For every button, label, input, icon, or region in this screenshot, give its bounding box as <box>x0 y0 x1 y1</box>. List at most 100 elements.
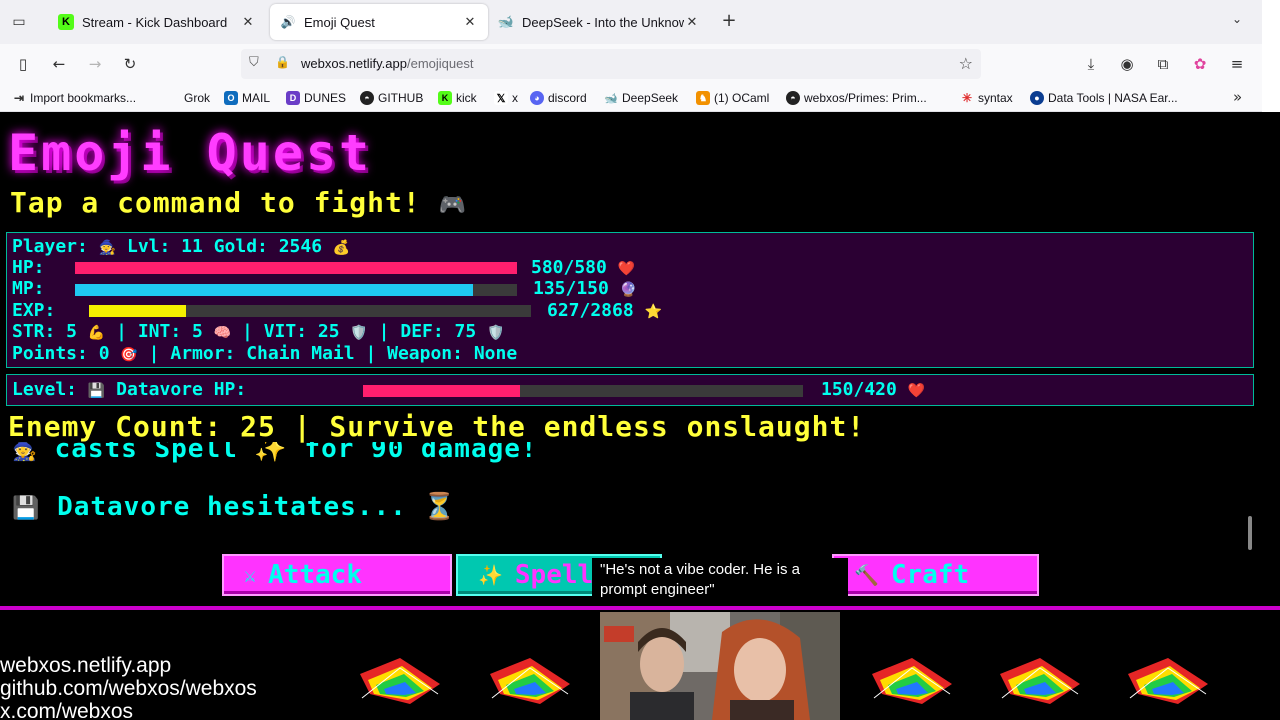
separator: | <box>148 343 160 364</box>
syntax-icon: ✳ <box>961 91 973 105</box>
tab-label: Stream - Kick Dashboard <box>82 14 228 30</box>
color-extension-icon[interactable]: ✿ <box>1189 53 1211 75</box>
hammer-icon: 🔨 <box>854 563 879 587</box>
bookmark-label: webxos/Primes: Prim... <box>804 91 927 105</box>
brain-icon: 🧠 <box>213 325 232 341</box>
bookmark-label: GITHUB <box>378 91 424 105</box>
bookmark-github[interactable]: ◓ GITHUB <box>360 90 423 106</box>
mp-bar-fill <box>75 284 473 296</box>
enemy-hp-value: 150/420 ❤️ <box>821 379 925 400</box>
bookmark-ocaml[interactable]: ♞ (1) OCaml <box>696 90 769 106</box>
deepseek-icon: 🐋 <box>497 14 515 29</box>
bookmark-import[interactable]: ⇥ Import bookmarks... <box>12 90 136 106</box>
bookmark-star-icon[interactable]: ☆ <box>959 54 973 73</box>
url-domain: webxos.netlify.app <box>301 56 407 71</box>
exp-label: EXP: <box>12 300 56 321</box>
bookmark-label: discord <box>548 91 587 105</box>
deepseek-icon: 🐋 <box>604 92 618 105</box>
exp-text: 627/2868 <box>547 300 634 321</box>
github-icon: ◓ <box>786 91 800 105</box>
enemy-hp-text: 150/420 <box>821 379 897 400</box>
log-line: 🧙 casts Spell ✨ for 90 damage! <box>12 442 538 464</box>
stream-links: webxos.netlify.app github.com/webxos/web… <box>0 654 257 720</box>
tab-emoji-quest[interactable]: 🔊 Emoji Quest ✕ <box>270 4 488 40</box>
game-subtitle: Tap a command to fight! 🎮 <box>10 186 467 219</box>
url-text[interactable]: webxos.netlify.app/emojiquest <box>301 56 473 71</box>
nasa-icon: ● <box>1030 91 1044 105</box>
separator: | <box>378 321 390 342</box>
bookmark-label: Grok <box>184 91 211 105</box>
menu-icon[interactable]: ≡ <box>1226 53 1248 75</box>
bookmark-dunes[interactable]: D DUNES <box>286 90 346 106</box>
extensions-icon[interactable]: ⧉ <box>1152 53 1174 75</box>
link-github: github.com/webxos/webxos <box>0 677 257 700</box>
mp-value: 135/150 🔮 <box>533 278 637 299</box>
close-icon[interactable]: ✕ <box>240 14 256 30</box>
bookmark-label: Import bookmarks... <box>30 91 137 105</box>
player-info-row: Player: 🧙 Lvl: 11 Gold: 2546 💰 <box>12 236 350 257</box>
chevron-down-icon[interactable]: ⌄ <box>1232 12 1242 26</box>
dunes-icon: D <box>286 91 300 105</box>
back-button[interactable]: ← <box>48 53 70 75</box>
download-icon[interactable]: ⤓ <box>1080 53 1102 75</box>
attributes-row: STR: 5 💪 | INT: 5 🧠 | VIT: 25 🛡️ | DEF: … <box>12 321 505 342</box>
level-label: Level: <box>12 379 78 400</box>
close-icon[interactable]: ✕ <box>684 14 700 30</box>
mail-icon: O <box>224 91 238 105</box>
subtitle-text: Tap a command to fight! <box>10 186 421 219</box>
log-scrollbar[interactable] <box>1248 516 1252 550</box>
rainbow-chart-thumbnail <box>360 658 440 704</box>
bookmark-primes[interactable]: ◓ webxos/Primes: Prim... <box>786 90 927 106</box>
bookmark-mail[interactable]: O MAIL <box>224 90 270 106</box>
heart-icon: ❤️ <box>617 261 636 277</box>
craft-button[interactable]: 🔨 Craft <box>832 554 1039 596</box>
reload-button[interactable]: ↻ <box>119 53 141 75</box>
bookmark-label: (1) OCaml <box>714 91 770 105</box>
hp-text: 580/580 <box>531 257 607 278</box>
sidebar-toggle-icon[interactable]: ▯ <box>12 53 34 75</box>
bookmark-deepseek[interactable]: 🐋 DeepSeek <box>604 90 678 106</box>
weapon-stat: Weapon: None <box>387 343 518 364</box>
bookmark-label: MAIL <box>242 91 271 105</box>
tab-kick-dashboard[interactable]: K Stream - Kick Dashboard ✕ <box>48 4 266 40</box>
tab-deepseek[interactable]: 🐋 DeepSeek - Into the Unknown ✕ <box>488 4 710 40</box>
new-tab-button[interactable]: + <box>718 10 740 32</box>
bookmark-x[interactable]: 𝕏x <box>494 90 518 106</box>
bookmark-kick[interactable]: Kkick <box>438 90 477 106</box>
target-icon: 🎯 <box>120 347 138 363</box>
forward-button[interactable]: → <box>84 53 106 75</box>
bookmark-syntax[interactable]: ✳ syntax <box>960 90 1013 106</box>
hp-value: 580/580 ❤️ <box>531 257 635 278</box>
shield-icon: 🛡️ <box>487 325 505 341</box>
account-icon[interactable]: ◉ <box>1116 53 1138 75</box>
bookmark-label: DUNES <box>304 91 347 105</box>
mp-bar <box>75 284 517 296</box>
enemy-hp-bar <box>363 385 803 397</box>
bookmark-nasa[interactable]: ● Data Tools | NASA Ear... <box>1030 90 1178 106</box>
kick-icon: K <box>438 91 452 105</box>
nav-bar: ▯ ← → ↻ ⛉ 🔒 webxos.netlify.app/emojiques… <box>0 44 1262 84</box>
equipment-row: Points: 0 🎯 | Armor: Chain Mail | Weapon… <box>12 343 517 364</box>
wizard-icon: 🧙 <box>98 240 117 256</box>
enemy-hp-label: Datavore HP: <box>116 379 247 400</box>
bookmark-grok[interactable]: Grok <box>166 90 210 106</box>
heart-icon: ❤️ <box>907 383 926 399</box>
lock-icon[interactable]: 🔒 <box>275 55 290 69</box>
shield-icon[interactable]: ⛉ <box>249 55 259 70</box>
player-gold: Gold: 2546 <box>213 236 323 257</box>
rainbow-chart-thumbnail <box>1128 658 1208 704</box>
attack-button[interactable]: ⚔ Attack <box>222 554 452 596</box>
money-bag-icon: 💰 <box>332 240 351 256</box>
bookmark-discord[interactable]: ◕ discord <box>530 90 587 106</box>
points-stat: Points: 0 <box>12 343 110 364</box>
def-stat: DEF: 75 <box>400 321 477 342</box>
mp-label: MP: <box>12 278 45 299</box>
sparkles-icon: ✨ <box>478 563 503 587</box>
button-label: Craft <box>890 560 970 590</box>
tab-label: Emoji Quest <box>304 14 375 30</box>
url-bar[interactable]: ⛉ 🔒 webxos.netlify.app/emojiquest ☆ <box>241 49 981 79</box>
bookmark-label: kick <box>456 91 477 105</box>
chevron-right-icon[interactable]: » <box>1233 88 1242 106</box>
close-icon[interactable]: ✕ <box>462 14 478 30</box>
tab-overview-icon[interactable]: ▭ <box>8 11 30 33</box>
